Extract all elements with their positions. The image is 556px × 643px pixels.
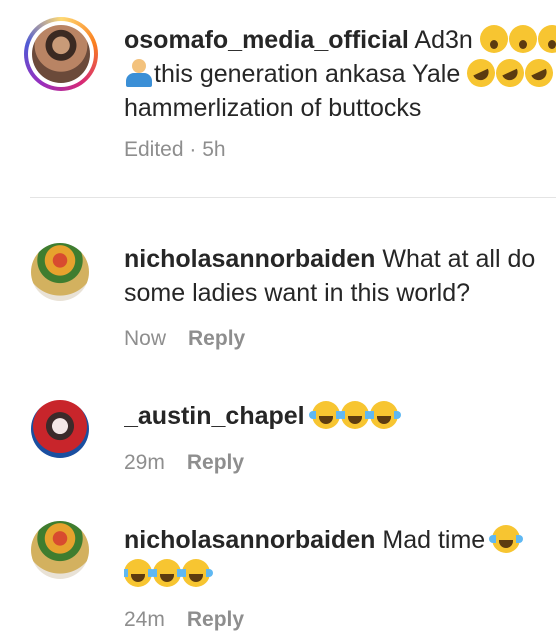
comment-body-line: What at all do — [382, 245, 536, 273]
comment-text: osomafo_media_official Ad3n — [124, 23, 556, 57]
comment-username[interactable]: nicholasannorbaiden — [124, 245, 375, 273]
comment-timestamp: Now — [124, 327, 167, 350]
person-shrugging-emoji-icon — [124, 59, 154, 87]
comment-body-line: this generation ankasa Yale — [154, 60, 461, 88]
comment-body-line: Mad time — [382, 526, 486, 554]
comment-timestamp: Edited · 5h — [124, 138, 226, 161]
comment-meta: 24m Reply — [124, 608, 244, 632]
comment-meta: Edited · 5h — [124, 138, 226, 162]
reply-button[interactable]: Reply — [187, 608, 244, 631]
comment-meta: 29m Reply — [124, 451, 244, 475]
comment-text: nicholasannorbaiden Mad time — [124, 523, 556, 557]
comment-username[interactable]: _austin_chapel — [124, 402, 305, 430]
comment-timestamp: 29m — [124, 451, 165, 474]
comment-body-line: hammerlization of buttocks — [124, 94, 422, 122]
comment-text — [124, 557, 556, 591]
comment-body-line: some ladies want in this world? — [124, 279, 470, 307]
astonished-face-emoji-icon — [537, 25, 556, 53]
astonished-face-emoji-icon — [479, 25, 508, 53]
comment-text: _austin_chapel — [124, 399, 556, 433]
avatar[interactable] — [31, 400, 89, 458]
rolling-on-floor-laughing-emoji-icon — [491, 57, 529, 91]
comment-username[interactable]: osomafo_media_official — [124, 26, 409, 54]
story-ring[interactable] — [24, 17, 98, 91]
reply-button[interactable]: Reply — [188, 327, 245, 350]
avatar[interactable] — [31, 521, 89, 579]
avatar[interactable] — [31, 243, 89, 301]
face-with-tears-of-joy-emoji-icon — [366, 401, 401, 429]
comment-text: hammerlization of buttocks — [124, 91, 556, 125]
face-with-tears-of-joy-emoji-icon — [179, 559, 213, 587]
astonished-face-emoji-icon — [508, 25, 537, 53]
comment-username[interactable]: nicholasannorbaiden — [124, 526, 375, 554]
comment-meta: Now Reply — [124, 327, 245, 351]
face-with-tears-of-joy-emoji-icon — [337, 401, 372, 429]
comment-body-line: Ad3n — [414, 26, 473, 54]
rolling-on-floor-laughing-emoji-icon — [462, 57, 500, 91]
face-with-tears-of-joy-emoji-icon — [489, 525, 524, 553]
face-with-tears-of-joy-emoji-icon — [308, 401, 343, 429]
face-with-tears-of-joy-emoji-icon — [150, 559, 184, 587]
comment-text: some ladies want in this world? — [124, 276, 556, 310]
divider — [30, 197, 556, 198]
rolling-on-floor-laughing-emoji-icon — [520, 57, 556, 91]
face-with-tears-of-joy-emoji-icon — [124, 559, 155, 587]
comment-text: this generation ankasa Yale — [124, 57, 556, 91]
avatar — [32, 25, 90, 83]
reply-button[interactable]: Reply — [187, 451, 244, 474]
comment-text: nicholasannorbaiden What at all do — [124, 242, 556, 276]
comment-timestamp: 24m — [124, 608, 165, 631]
